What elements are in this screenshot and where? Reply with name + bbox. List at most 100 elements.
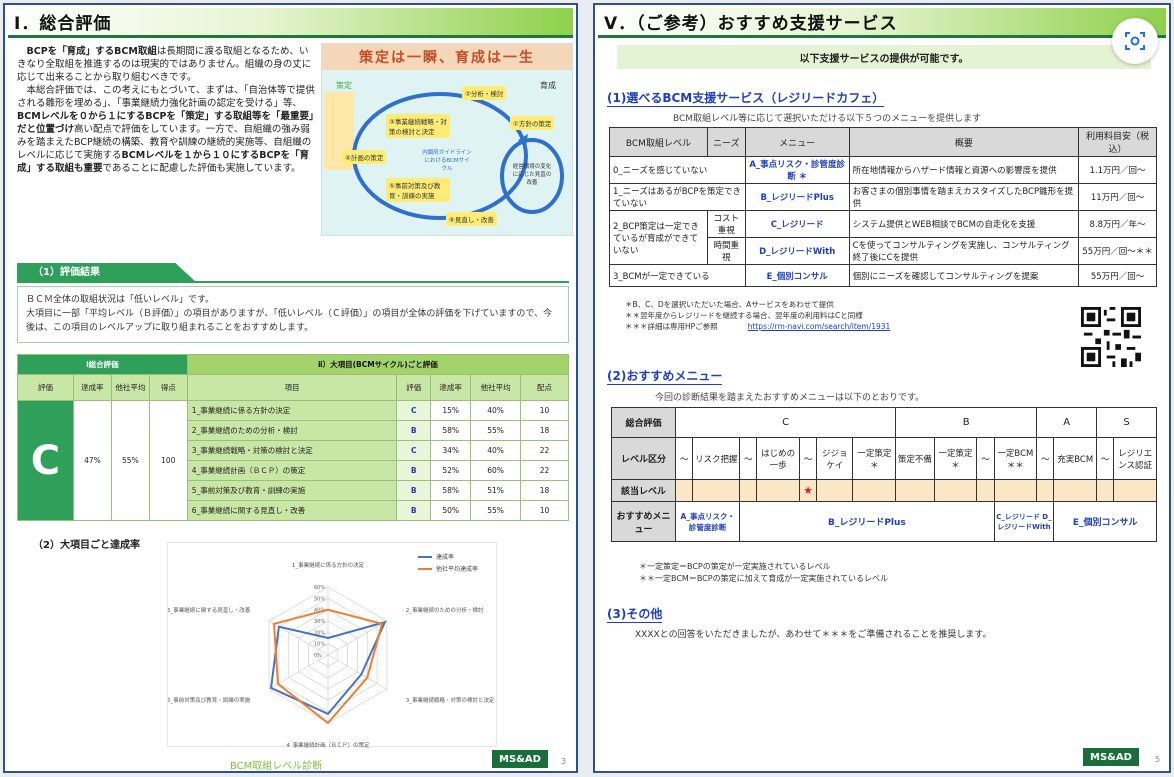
service-note: ＊＊＊詳細は専用HPご参照 [625, 322, 718, 331]
radar-category-label: 6_事業継続に関する見直し・改善 [168, 606, 251, 614]
svc-price: 8.8万円／年〜 [1078, 210, 1157, 238]
level-marker-cell [1096, 479, 1115, 502]
service-url-link[interactable]: https://rm-navi.com/search/item/1931 [748, 322, 891, 331]
cycle-item: 2_事業継続のための分析・検討 [186, 420, 398, 441]
col-header: 項目 [186, 374, 398, 401]
col-header: 評価 [17, 374, 74, 401]
grade-cell: B [895, 407, 1038, 438]
level-marker-cell [1113, 479, 1157, 502]
menu-a-cell: A_事点リスク・診管度診断 [675, 501, 741, 542]
eval-result-text-1: ＢＣＭ全体の取組状況は「低いレベル」です。 [26, 295, 215, 305]
cycle-rate: 34% [430, 440, 472, 461]
level-cell: 〜 [976, 437, 995, 480]
cycle-points: 10 [520, 400, 569, 421]
level-cell: レジリエンス認証 [1113, 437, 1157, 480]
level-marker-cell [675, 479, 694, 502]
row-label: レベル区分 [610, 437, 677, 480]
cycle-grade: C [396, 400, 432, 421]
scan-lens-button[interactable] [1112, 18, 1158, 64]
level-marker-cell [692, 479, 741, 502]
cycle-step: ②分析・検討 [462, 86, 507, 100]
section-heading-1: (1)選べるBCM支援サービス（レジリードカフェ） [607, 91, 885, 107]
section-heading-3: (3)その他 [607, 607, 663, 623]
svc-level: 1_ニーズはあるがBCPを策定できていない [609, 183, 746, 211]
scan-icon [1125, 32, 1145, 50]
menu-b-cell: B_レジリードPlus [739, 501, 995, 542]
cycle-grade: C [396, 440, 432, 461]
cycle-item: 5_事前対策及び教育・訓練の実施 [186, 480, 398, 501]
level-cell: リスク把握 [692, 437, 741, 480]
cycle-rate: 52% [430, 460, 472, 481]
cycle-step: ④計画の策定 [342, 150, 387, 164]
row-label: おすすめメニュー [610, 501, 677, 542]
cycle-item: 1_事業継続に係る方針の決定 [186, 400, 398, 421]
cycle-avg: 51% [470, 480, 522, 501]
cycle-eval-header: ⅱ）大項目(BCMサイクル)ごと評価 [186, 354, 570, 375]
cycle-grade: B [396, 480, 432, 501]
cycle-points: 22 [520, 460, 569, 481]
cycle-center-text: 内閣府ガイドラインにおけるBCMサイクル [422, 150, 472, 172]
level-cell: 一定策定＊ [933, 437, 978, 480]
svc-level: 2_BCP策定は一定できているが育成ができていない [609, 210, 708, 265]
svc-desc: Cを使ってコンサルティングを実施し、コンサルティング終了後にCを提供 [848, 237, 1080, 265]
svc-menu: D_レジリードWith [744, 237, 850, 265]
slide-overall-evaluation: Ⅰ．総合評価 BCPを「育成」するBCM取組は長期間に渡る取組となるため、いきな… [3, 3, 578, 773]
eval-result-tab: （1）評価結果 [17, 263, 197, 283]
cycle-right-text: 経営環境の変化に応じた見直の改善 [512, 164, 552, 186]
availability-banner: 以下支援サービスの提供が可能です。 [617, 45, 1151, 69]
cycle-rate: 58% [430, 420, 472, 441]
col-header: 達成率 [430, 374, 472, 401]
table-row: 1_ニーズはあるがBCPを策定できていない B_レジリードPlus お客さまの個… [609, 183, 1157, 211]
level-cell: 〜 [739, 437, 758, 480]
level-cell: 〜 [675, 437, 694, 480]
cycle-avg: 55% [470, 500, 522, 521]
legend-label: 達成率 [436, 553, 454, 561]
level-cell: はじめの一歩 [756, 437, 801, 480]
level-cell: 〜 [799, 437, 818, 480]
menu-cd-cell: C_レジリード D_レジリードWith [993, 501, 1055, 542]
eval-result-text-2: 大項目に一部「平均レベル（Ｂ評価）」の項目がありますが、「低いレベル（Ｃ評価）」… [26, 309, 552, 333]
cycle-item: 4_事業継続計画（ＢＣＰ）の策定 [186, 460, 398, 481]
section-heading-2: (2)おすすめメニュー [607, 369, 723, 385]
radar-category-label: 2_事業継続のための分析・検討 [406, 606, 484, 614]
cycle-points: 18 [520, 480, 569, 501]
page-number: 5 [1155, 755, 1161, 764]
table-row: レベル区分 〜 リスク把握 〜 はじめの一歩 〜 ジジョケイ 一定策定＊ 策定不… [610, 437, 1157, 480]
svc-needs: コスト重視 [706, 210, 746, 238]
col-header: 他社平均 [110, 374, 150, 401]
overall-eval-header: ⅰ総合評価 [17, 354, 188, 375]
svc-desc: 所在地情報からハザード情報と資源への影響度を提供 [848, 156, 1080, 184]
radar-chart-frame: 0% 10% 20% 30% 40% 50% 60% 1_事業継続に係る方針の決定 2_事業継続… [167, 542, 497, 749]
recommended-menu-table: 総合評価 C B A S レベル区分 〜 リスク把握 〜 はじめの一歩 〜 ジジ… [610, 407, 1157, 542]
radar-category-label: 5_事前対策及び教育・訓練の実施 [168, 696, 251, 704]
service-table: BCM取組レベル ニーズ メニュー 概要 利用料目安（税込） 0_ニーズを感じて… [609, 127, 1157, 287]
footer-title: BCM取組レベル診断 [230, 761, 323, 772]
overall-score: 100 [148, 400, 188, 521]
table-row: C 47% 55% 100 1_事業継続に係る方針の決定 C 15% 40% 1… [17, 400, 569, 521]
level-cell: 充実BCM [1053, 437, 1098, 480]
slide-title-bar: Ⅰ．総合評価 [8, 8, 573, 38]
bcm-cycle-illustration: 策定は一瞬、育成は一生 策定 育成 ②分析・検討 ③事業継続戦略・対策の検討と決… [321, 43, 573, 236]
svc-needs: 時間重視 [706, 237, 746, 265]
table-row: 2_BCP策定は一定できているが育成ができていない コスト重視 C_レジリード … [609, 210, 1157, 265]
table-row: おすすめメニュー A_事点リスク・診管度診断 B_レジリードPlus C_レジリ… [610, 501, 1157, 542]
intro-bold-1: BCPを「育成」するBCM取組 [26, 46, 157, 57]
svc-col-header: BCM取組レベル [609, 127, 708, 157]
cycle-grade: B [396, 500, 432, 521]
cycle-points: 22 [520, 440, 569, 461]
radar-tick-label: 10% [314, 642, 325, 648]
level-marker-cell [993, 479, 1038, 502]
menu-note: ＊一定策定＝BCPの策定が一定実施されているレベル [639, 562, 831, 571]
radar-tick-label: 30% [314, 619, 325, 625]
radar-chart: 0%10%20%30%40%50%60%1_事業継続に係る方針の決定2_事業継続… [167, 553, 495, 749]
svc-menu: B_レジリードPlus [744, 183, 850, 211]
intro-text-2: 本総合評価では、この考えにもとづいて、まずは、「自治体等で提供される雛形を埋める… [17, 85, 315, 109]
overall-rate: 47% [72, 400, 112, 521]
service-note: ＊＊翌年度からレジリードを継続する場合、翌年度の利用料はCと同様 [625, 311, 863, 320]
level-marker-cell [739, 479, 758, 502]
menu-e-cell: E_個別コンサル [1053, 501, 1157, 542]
svc-level: 0_ニーズを感じていない [609, 156, 746, 184]
page-number: 3 [561, 757, 567, 766]
col-header: 達成率 [72, 374, 112, 401]
radar-category-label: 1_事業継続に係る方針の決定 [292, 561, 365, 569]
